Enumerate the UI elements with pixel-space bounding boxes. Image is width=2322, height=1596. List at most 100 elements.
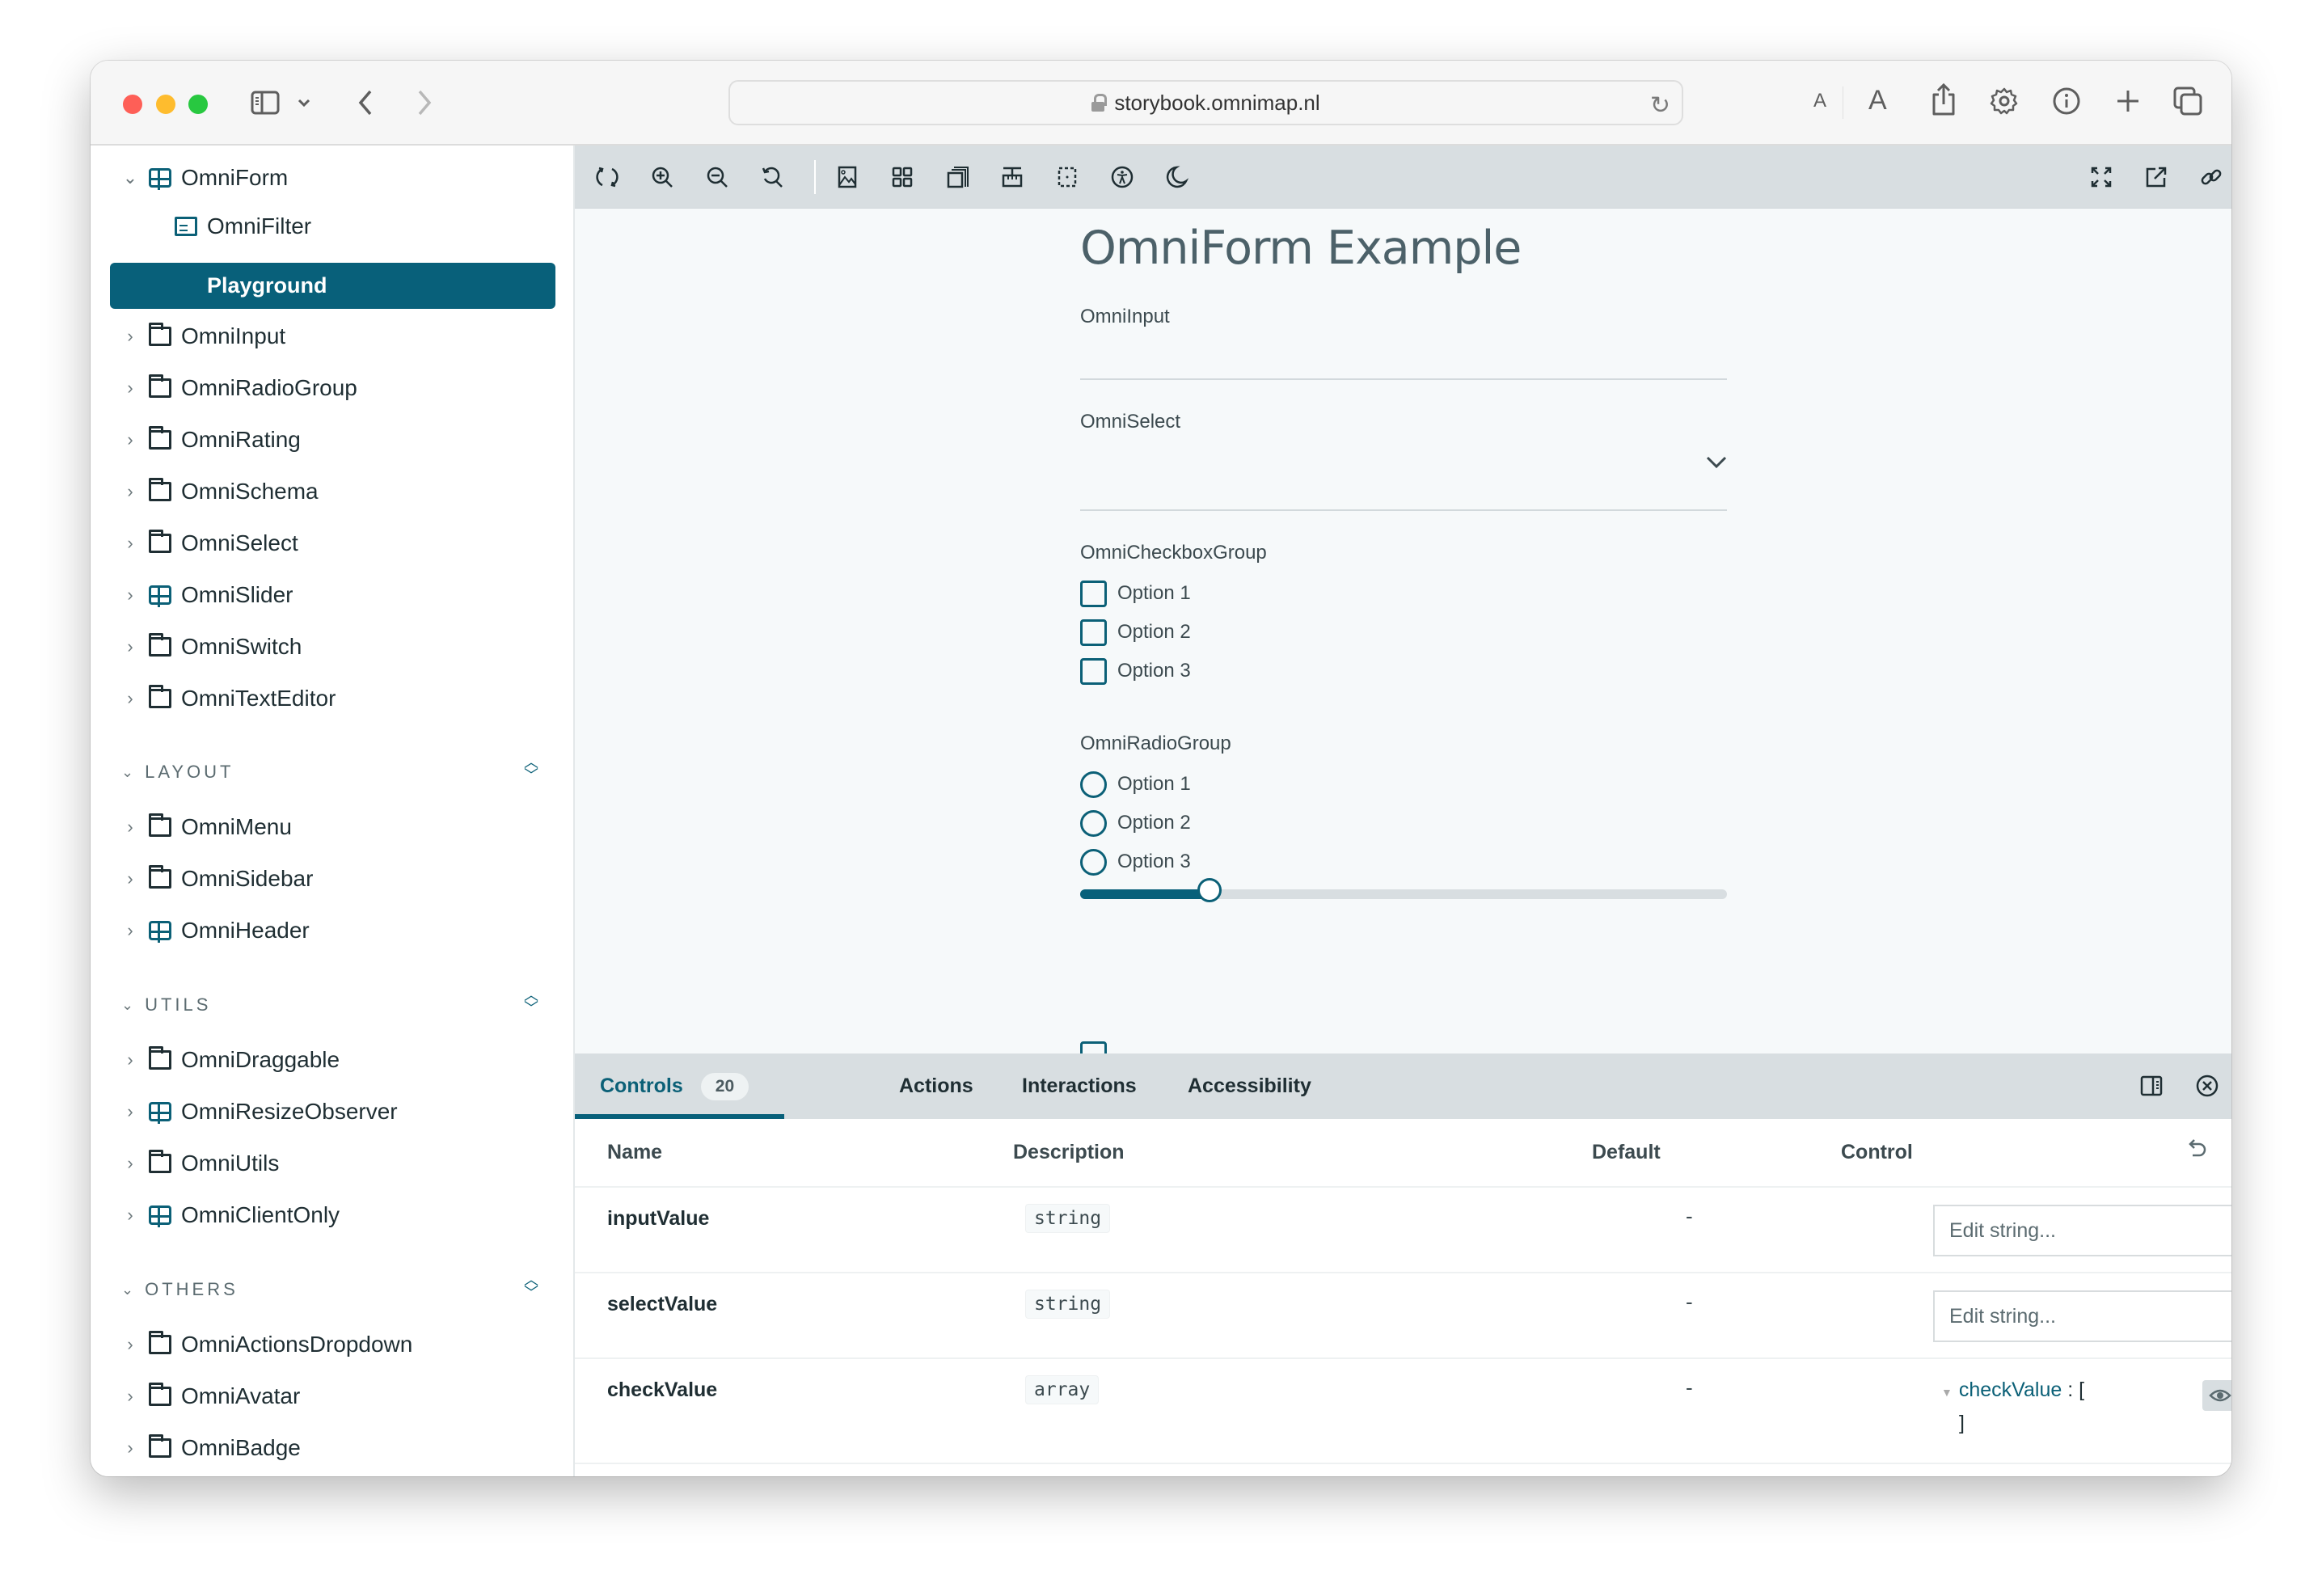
tab-overview-icon[interactable]: [2172, 85, 2204, 117]
checkbox[interactable]: [1080, 657, 1107, 685]
copy-link-icon[interactable]: [2195, 161, 2227, 193]
sidebar-item-omniradiogroup[interactable]: › OmniRadioGroup: [118, 365, 357, 411]
sidebar-item-omniheader[interactable]: › OmniHeader: [118, 908, 310, 953]
radio-button[interactable]: [1080, 809, 1107, 837]
sidebar-item-omniselect[interactable]: › OmniSelect: [118, 521, 298, 566]
close-panel-icon[interactable]: [2193, 1071, 2222, 1100]
tab-actions[interactable]: Actions: [899, 1053, 973, 1119]
info-icon[interactable]: [2050, 85, 2083, 117]
sidebar-toggle-icon[interactable]: [249, 89, 281, 116]
tab-accessibility[interactable]: Accessibility: [1188, 1053, 1311, 1119]
sidebar-item-omnirating[interactable]: › OmniRating: [118, 417, 301, 462]
zoom-out-icon[interactable]: [701, 161, 733, 193]
sidebar-item-omniavatar[interactable]: › OmniAvatar: [118, 1374, 300, 1419]
new-tab-icon[interactable]: [2112, 85, 2144, 117]
omniselect-field[interactable]: [1080, 435, 1727, 509]
viewport-icon[interactable]: [941, 161, 973, 193]
tab-controls[interactable]: Controls 20: [600, 1053, 749, 1119]
chevron-down-icon[interactable]: [294, 93, 314, 112]
option-label: Option 2: [1117, 812, 1191, 834]
sidebar-item-omniactionsdropdown[interactable]: › OmniActionsDropdown: [118, 1322, 412, 1367]
radio-button[interactable]: [1080, 848, 1107, 876]
background-icon[interactable]: [831, 161, 863, 193]
edit-string-input[interactable]: [1933, 1205, 2231, 1256]
expand-collapse-icon[interactable]: ︿ ﹀: [521, 1273, 541, 1306]
collapse-triangle-icon[interactable]: ▼: [1941, 1386, 1953, 1399]
open-new-tab-icon[interactable]: [2140, 161, 2172, 193]
sidebar-item-label: OmniResizeObserver: [181, 1099, 398, 1124]
checkbox[interactable]: [1080, 619, 1107, 646]
sidebar-item-label: OmniSwitch: [181, 634, 302, 659]
checkbox[interactable]: [1080, 1041, 1107, 1053]
measure-icon[interactable]: [996, 161, 1028, 193]
text-smaller-icon[interactable]: A: [1813, 90, 1826, 112]
back-icon[interactable]: [353, 87, 378, 119]
minimize-window-button[interactable]: [156, 95, 175, 114]
json-key: checkValue: [1958, 1379, 2062, 1401]
chevron-right-icon: ›: [127, 1205, 133, 1225]
zoom-reset-icon[interactable]: [756, 161, 788, 193]
json-editor[interactable]: ▼ checkValue : [ ]: [1941, 1379, 2084, 1435]
sidebar-item-omnisidebar[interactable]: › OmniSidebar: [118, 856, 313, 901]
section-header-layout[interactable]: ⌄ LAYOUT: [121, 756, 234, 788]
fullscreen-icon[interactable]: [2085, 161, 2117, 193]
reset-controls-icon[interactable]: [2186, 1138, 2207, 1164]
sidebar-item-omniform[interactable]: ⌄ OmniForm: [118, 155, 288, 201]
checkbox-option-2[interactable]: Option 2: [1080, 619, 1191, 646]
share-icon[interactable]: [1927, 82, 1960, 117]
close-window-button[interactable]: [123, 95, 142, 114]
section-header-utils[interactable]: ⌄ UTILS: [121, 989, 211, 1021]
sidebar-item-omniswitch[interactable]: › OmniSwitch: [118, 624, 302, 669]
checkbox-option-3[interactable]: Option 3: [1080, 657, 1191, 685]
outline-icon[interactable]: [1051, 161, 1083, 193]
section-header-others[interactable]: ⌄ OTHERS: [121, 1273, 239, 1306]
folder-icon: [149, 1046, 171, 1070]
panel-orientation-icon[interactable]: [2137, 1071, 2166, 1100]
zoom-in-icon[interactable]: [646, 161, 678, 193]
tab-interactions[interactable]: Interactions: [1022, 1053, 1137, 1119]
address-bar[interactable]: storybook.omnimap.nl ↻: [728, 80, 1683, 125]
raw-toggle-button[interactable]: RAW: [2202, 1380, 2231, 1411]
edit-string-input[interactable]: [1933, 1290, 2231, 1342]
dark-mode-icon[interactable]: [1161, 161, 1193, 193]
text-larger-icon[interactable]: A: [1868, 85, 1887, 116]
edit-string-textarea[interactable]: ⁄⁄: [1933, 1290, 2231, 1342]
slider-thumb[interactable]: [1197, 878, 1222, 902]
forward-icon[interactable]: [412, 87, 437, 119]
sidebar-item-omnibadge[interactable]: › OmniBadge: [118, 1425, 301, 1471]
sidebar-item-omnifilter[interactable]: OmniFilter: [168, 204, 311, 249]
accessibility-icon[interactable]: [1106, 161, 1138, 193]
sidebar-item-playground[interactable]: Playground: [110, 263, 555, 309]
radio-option-2[interactable]: Option 2: [1080, 809, 1191, 837]
sidebar-item-omnischema[interactable]: › OmniSchema: [118, 469, 319, 514]
sidebar-item-omniutils[interactable]: › OmniUtils: [118, 1141, 279, 1186]
edit-string-textarea[interactable]: ⁄⁄: [1933, 1205, 2231, 1256]
gear-icon[interactable]: [1988, 85, 2020, 117]
radio-option-1[interactable]: Option 1: [1080, 771, 1191, 798]
sidebar-item-omnitexteditor[interactable]: › OmniTextEditor: [118, 676, 336, 721]
reload-icon[interactable]: ↻: [1650, 91, 1670, 120]
omniinput-field[interactable]: [1080, 330, 1727, 378]
sidebar-item-omnimenu[interactable]: › OmniMenu: [118, 804, 292, 850]
expand-collapse-icon[interactable]: ︿ ﹀: [521, 755, 541, 788]
sidebar-item-omniinput[interactable]: › OmniInput: [118, 314, 285, 359]
remount-icon[interactable]: [591, 161, 623, 193]
arg-name: inputValue: [607, 1207, 710, 1230]
sidebar-item-omnidraggable[interactable]: › OmniDraggable: [118, 1037, 340, 1083]
checkbox-option-1[interactable]: Option 1: [1080, 580, 1191, 607]
radio-button[interactable]: [1080, 771, 1107, 798]
omnislider[interactable]: [1080, 878, 1727, 902]
checkbox[interactable]: [1080, 580, 1107, 607]
radio-option-3[interactable]: Option 3: [1080, 848, 1191, 876]
table-row: checkValue array - ▼ checkValue : [ ] RAW: [575, 1359, 2231, 1464]
sidebar-item-omniclientonly[interactable]: › OmniClientOnly: [118, 1193, 340, 1238]
arg-name: checkValue: [607, 1379, 718, 1401]
maximize-window-button[interactable]: [188, 95, 208, 114]
grid-icon[interactable]: [886, 161, 918, 193]
folder-icon: [149, 633, 171, 657]
sidebar-item-omnislider[interactable]: › OmniSlider: [118, 572, 293, 618]
chevron-right-icon: ›: [127, 817, 133, 837]
option-label: Option 1: [1117, 773, 1191, 795]
expand-collapse-icon[interactable]: ︿ ﹀: [521, 988, 541, 1021]
sidebar-item-omniresizeobserver[interactable]: › OmniResizeObserver: [118, 1089, 398, 1134]
